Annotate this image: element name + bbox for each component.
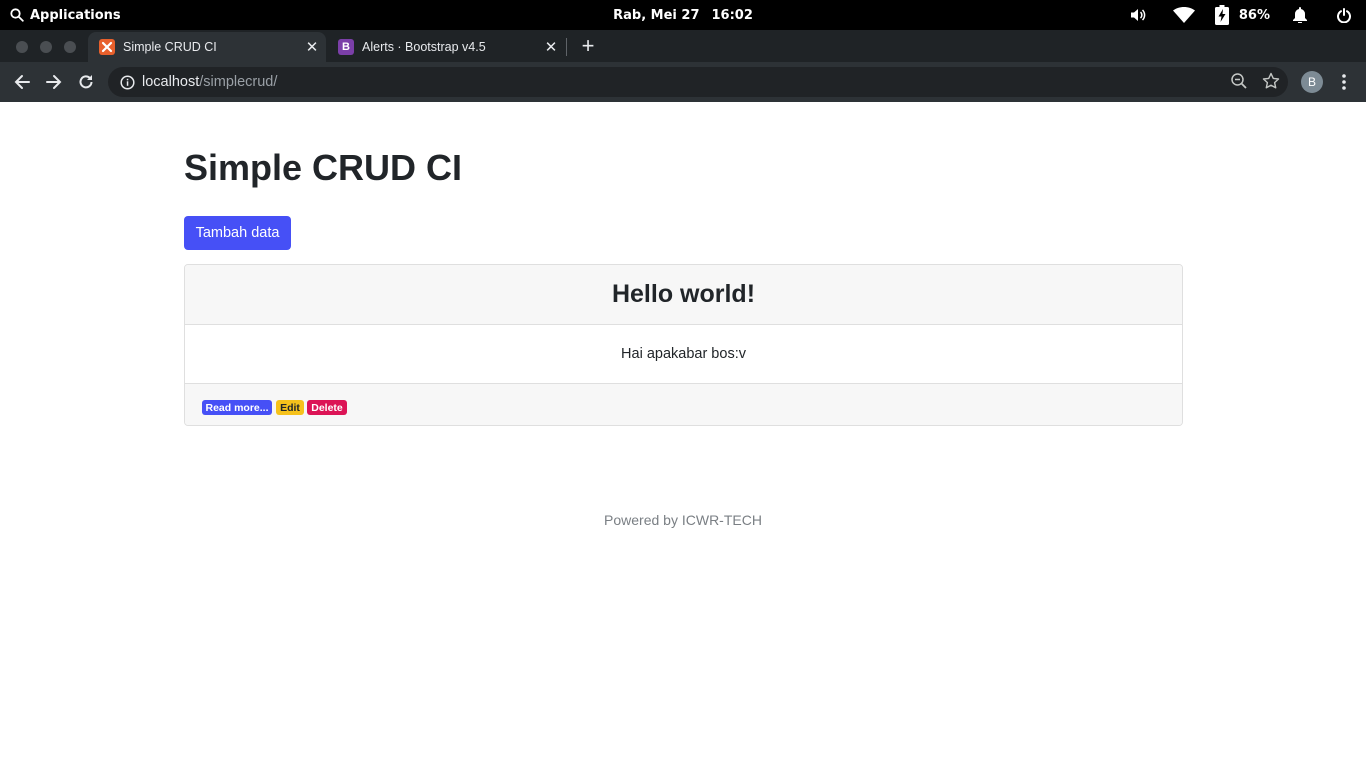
web-page: Simple CRUD CI Tambah data Hello world! … xyxy=(0,102,1366,768)
system-tray: 86% xyxy=(1127,0,1366,30)
page-footer: Powered by ICWR-TECH xyxy=(604,512,762,528)
card-header: Hello world! xyxy=(185,265,1182,325)
bookmark-star-icon[interactable] xyxy=(1262,72,1282,92)
address-bar[interactable]: localhost/simplecrud/ xyxy=(108,67,1288,97)
back-arrow-icon[interactable] xyxy=(10,70,34,94)
new-tab-button[interactable]: + xyxy=(578,34,598,58)
notification-bell-icon[interactable] xyxy=(1290,0,1310,30)
browser-menu-icon[interactable] xyxy=(1336,72,1352,92)
tab-title: Alerts · Bootstrap v4.5 xyxy=(362,40,486,54)
volume-icon[interactable] xyxy=(1127,0,1149,30)
delete-button[interactable]: Delete xyxy=(307,400,347,415)
search-icon xyxy=(10,8,24,22)
window-maximize-button[interactable] xyxy=(64,41,76,53)
forward-arrow-icon[interactable] xyxy=(42,70,66,94)
url-text: localhost/simplecrud/ xyxy=(142,74,277,90)
battery-percent: 86% xyxy=(1238,7,1270,23)
battery-charging-icon[interactable] xyxy=(1213,0,1231,30)
tab-title: Simple CRUD CI xyxy=(123,40,217,54)
applications-menu[interactable]: Applications xyxy=(10,0,121,30)
read-more-button[interactable]: Read more... xyxy=(202,400,272,415)
bootstrap-favicon-icon: B xyxy=(338,39,354,55)
xampp-favicon-icon xyxy=(99,39,115,55)
clock-date[interactable]: Rab, Mei 27 xyxy=(613,8,699,23)
profile-avatar[interactable]: B xyxy=(1301,71,1323,93)
tab-close-icon[interactable]: ✕ xyxy=(302,38,322,56)
url-host: localhost xyxy=(142,74,200,90)
tab-close-icon[interactable]: ✕ xyxy=(541,38,561,56)
tab-simple-crud[interactable]: Simple CRUD CI ✕ xyxy=(88,32,326,62)
reload-icon[interactable] xyxy=(74,70,98,94)
post-card: Hello world! Hai apakabar bos:v Read mor… xyxy=(184,264,1183,426)
tab-divider xyxy=(566,38,567,56)
power-icon[interactable] xyxy=(1334,0,1354,30)
edit-button[interactable]: Edit xyxy=(276,400,304,415)
browser-toolbar: localhost/simplecrud/ B xyxy=(0,62,1366,102)
page-title: Simple CRUD CI xyxy=(184,147,463,188)
add-data-button[interactable]: Tambah data xyxy=(184,216,291,250)
browser-tab-strip: Simple CRUD CI ✕ B Alerts · Bootstrap v4… xyxy=(0,30,1366,62)
url-path: /simplecrud/ xyxy=(199,74,278,90)
card-footer: Read more... Edit Delete xyxy=(185,383,1182,425)
window-minimize-button[interactable] xyxy=(40,41,52,53)
tab-bootstrap-alerts[interactable]: B Alerts · Bootstrap v4.5 ✕ xyxy=(327,32,565,62)
system-top-bar: Applications Rab, Mei 27 16:02 86% xyxy=(0,0,1366,30)
clock-time[interactable]: 16:02 xyxy=(712,8,753,23)
site-info-icon[interactable] xyxy=(119,74,135,90)
applications-label: Applications xyxy=(30,7,121,23)
card-body: Hai apakabar bos:v xyxy=(621,346,746,362)
wifi-icon[interactable] xyxy=(1171,0,1197,30)
zoom-out-icon[interactable] xyxy=(1230,72,1250,92)
window-close-button[interactable] xyxy=(16,41,28,53)
